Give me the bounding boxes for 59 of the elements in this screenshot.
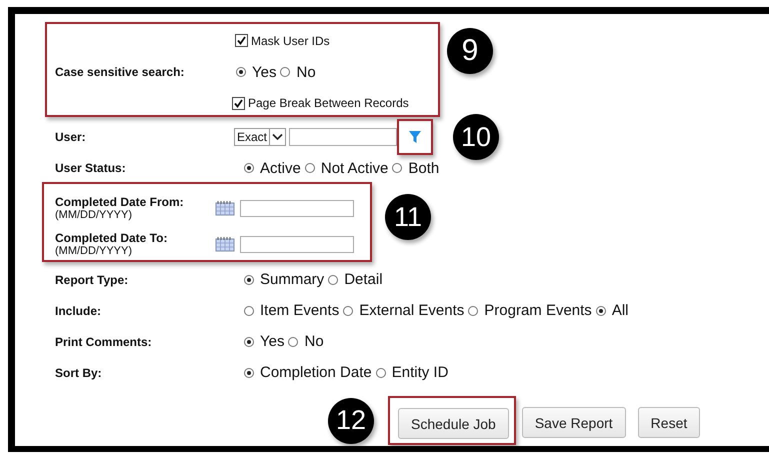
callout-number: 10 (453, 114, 499, 160)
form-button[interactable]: Save Report (522, 407, 626, 438)
field-label: User Status: (55, 161, 127, 175)
radio-button[interactable] (244, 274, 254, 284)
radio-button[interactable] (392, 163, 402, 173)
radio-button[interactable] (468, 306, 478, 316)
format-hint: (MM/DD/YYYY) (55, 209, 133, 221)
checkbox-label: Page Break Between Records (248, 96, 409, 110)
callout-number: 12 (328, 398, 374, 444)
field-label: Completed Date From: (55, 195, 185, 209)
radio-button[interactable] (280, 67, 290, 77)
field-label: Completed Date To: (55, 231, 168, 245)
radio-label: Item Events (260, 302, 340, 319)
form-button[interactable]: Reset (638, 407, 700, 438)
field-label: Include: (55, 304, 102, 318)
checkbox-label: Mask User IDs (251, 34, 330, 48)
radio-label: Program Events (484, 302, 592, 319)
radio-label: Active (260, 160, 301, 176)
radio-button[interactable] (304, 163, 315, 173)
date-input[interactable] (240, 200, 354, 216)
radio-label: External Events (359, 302, 464, 319)
match-select[interactable]: Exact (234, 128, 286, 146)
radio-label: All (612, 302, 628, 319)
callout-number: 11 (385, 194, 431, 240)
radio-label: Summary (260, 271, 324, 288)
radio-button[interactable] (343, 306, 354, 316)
field-label: User: (55, 130, 87, 144)
radio-button[interactable] (244, 163, 254, 173)
checkbox-icon[interactable] (232, 96, 245, 110)
radio-label: No (304, 333, 324, 350)
radio-label: Yes (252, 64, 276, 80)
field-label: Print Comments: (55, 334, 153, 348)
format-hint: (MM/DD/YYYY) (55, 245, 133, 257)
radio-label: Entity ID (392, 364, 448, 381)
radio-label: Not Active (320, 160, 388, 176)
radio-button[interactable] (244, 306, 254, 316)
form-button[interactable]: Schedule Job (398, 408, 509, 439)
radio-label: Both (408, 160, 440, 176)
filter-icon[interactable] (408, 130, 422, 144)
field-label: Sort By: (55, 366, 103, 380)
radio-button[interactable] (596, 306, 606, 316)
radio-button[interactable] (244, 368, 254, 378)
radio-label: Completion Date (260, 364, 372, 381)
date-input[interactable] (240, 236, 354, 252)
radio-label: Detail (344, 271, 383, 288)
radio-button[interactable] (236, 67, 246, 77)
radio-button[interactable] (376, 368, 386, 378)
callout-number: 9 (447, 28, 493, 74)
radio-label: Yes (260, 333, 284, 350)
calendar-icon[interactable] (215, 236, 235, 252)
calendar-icon[interactable] (215, 200, 235, 216)
user-input[interactable] (289, 128, 398, 146)
field-label: Report Type: (55, 272, 130, 286)
radio-button[interactable] (328, 274, 338, 284)
field-label: Case sensitive search: (55, 65, 186, 79)
radio-button[interactable] (244, 336, 254, 346)
radio-label: No (296, 64, 316, 80)
radio-button[interactable] (288, 336, 298, 346)
dropdown-icon[interactable] (269, 129, 286, 145)
